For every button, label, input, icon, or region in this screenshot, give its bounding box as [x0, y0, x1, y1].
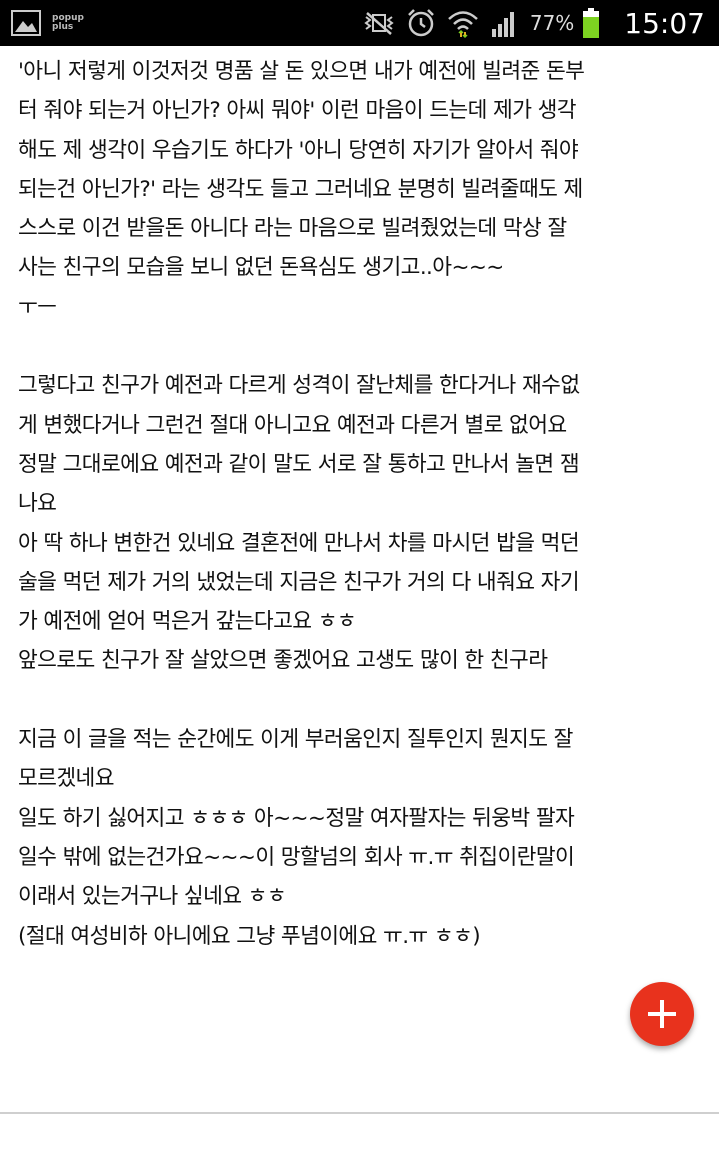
post-line: 아 딱 하나 변한건 있네요 결혼전에 만나서 차를 마시던 밥을 먹던 — [18, 530, 580, 556]
post-line: 술을 먹던 제가 거의 냈었는데 지금은 친구가 거의 다 내줘요 자기 — [18, 569, 580, 595]
vibrate-mute-icon — [364, 12, 394, 35]
gallery-notification-icon — [11, 10, 41, 36]
plus-icon — [648, 1000, 676, 1028]
post-line: 사는 친구의 모습을 보니 없던 돈욕심도 생기고..아~~~ — [18, 255, 504, 281]
post-line: 이래서 있는거구나 싶네요 ㅎㅎ — [18, 884, 287, 910]
signal-strength-icon — [491, 12, 514, 37]
post-line: 지금 이 글을 적는 순간에도 이게 부러움인지 질투인지 뭔지도 잘 — [18, 727, 573, 753]
post-line: ㅜㅡ — [18, 294, 57, 320]
wifi-icon — [447, 11, 478, 39]
system-icons: 77% 15:07 — [362, 7, 719, 40]
post-line: '아니 저렇게 이것저것 명품 살 돈 있으면 내가 예전에 빌려준 돈부 — [18, 59, 585, 84]
post-line: (절대 여성비하 아니에요 그냥 푸념이에요 ㅠ.ㅠ ㅎㅎ) — [18, 923, 481, 949]
post-line: 게 변했다거나 그런건 절대 아니고요 예전과 다른거 별로 없어요 — [18, 412, 567, 438]
content-divider — [0, 1112, 719, 1114]
battery-icon — [583, 8, 600, 38]
post-line: 되는건 아닌가?' 라는 생각도 들고 그러네요 분명히 빌려줄때도 제 — [18, 176, 583, 202]
post-line: 앞으로도 친구가 잘 살았으면 좋겠어요 고생도 많이 한 친구라 — [18, 648, 548, 674]
post-line: 모르겠네요 — [18, 766, 115, 792]
post-line: 일도 하기 싫어지고 ㅎㅎㅎ 아~~~정말 여자팔자는 뒤웅박 팔자 — [18, 805, 575, 831]
popup-plus-logo: popup plus — [52, 13, 84, 32]
notification-area: popup plus — [0, 8, 84, 38]
post-line: 그렇다고 친구가 예전과 다르게 성격이 잘난체를 한다거나 재수없 — [18, 373, 580, 399]
battery-percent: 77% — [529, 11, 575, 35]
clock: 15:07 — [624, 6, 705, 40]
post-line: 나요 — [18, 491, 57, 517]
post-body: '아니 저렇게 이것저것 명품 살 돈 있으면 내가 예전에 빌려준 돈부 터 … — [18, 52, 708, 956]
post-line: 가 예전에 얻어 먹은거 갚는다고요 ㅎㅎ — [18, 609, 357, 635]
post-line: 스스로 이건 받을돈 아니다 라는 마음으로 빌려줬었는데 막상 잘 — [18, 216, 567, 242]
alarm-clock-icon — [407, 9, 434, 37]
status-bar: popup plus 77% 15:07 — [0, 0, 719, 46]
post-line: 정말 그대로에요 예전과 같이 말도 서로 잘 통하고 만나서 놀면 잼 — [18, 451, 580, 477]
add-button[interactable] — [630, 982, 694, 1046]
post-line: 해도 제 생각이 우습기도 하다가 '아니 당연히 자기가 알아서 줘야 — [18, 137, 579, 163]
post-line: 터 줘야 되는거 아닌가? 아씨 뭐야' 이런 마음이 드는데 제가 생각 — [18, 98, 577, 124]
post-line: 일수 밖에 없는건가요~~~이 망할넘의 회사 ㅠ.ㅠ 취집이란말이 — [18, 844, 575, 870]
